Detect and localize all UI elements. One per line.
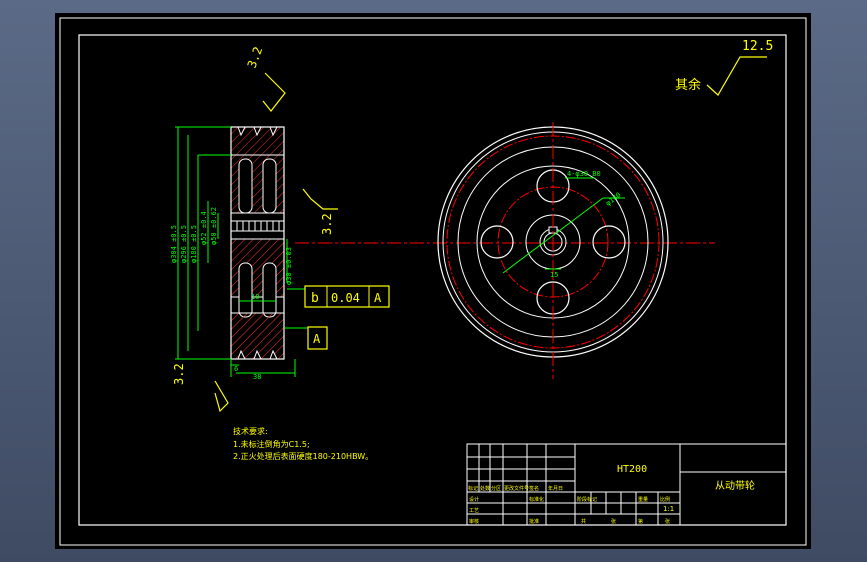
tb-jieduanbiaoji: 阶段标记	[577, 496, 597, 503]
front-dim-labels: 4-φ30 B0 φ140 15	[550, 170, 623, 279]
tolerance-datum: A	[374, 291, 382, 305]
tb-di: 第	[638, 518, 643, 525]
hole-top-right	[262, 158, 277, 214]
hole-top-left	[238, 158, 253, 214]
tb-bili: 比例	[660, 496, 670, 503]
dim-d4: φ52 ±0.4	[200, 211, 208, 245]
tb-gongyi: 工艺	[469, 508, 479, 514]
tb-shenhe: 审核	[469, 518, 479, 525]
tb-material: HT200	[617, 464, 647, 475]
tb-gong: 共	[581, 518, 586, 525]
tb-zhang1: 张	[611, 518, 616, 525]
notes-title: 技术要求:	[233, 426, 268, 436]
dim-d3: φ180 ±0.5	[190, 225, 198, 263]
outer-border	[59, 17, 807, 546]
hole-bottom-right	[262, 262, 277, 318]
roughness-symbols	[214, 56, 767, 413]
roughness-general-value: 12.5	[742, 39, 773, 54]
section-view	[230, 126, 285, 360]
dim-width: 38	[253, 373, 261, 381]
dim-d5: φ50 ±0.62	[210, 207, 218, 245]
datum-label: A	[313, 332, 321, 346]
front-hole-left	[480, 225, 514, 259]
tb-biaozhunhua: 标准化	[529, 496, 544, 503]
roughness-value-2: 3.2	[320, 213, 334, 235]
front-dimensions	[502, 177, 625, 274]
tb-part-name: 从动带轮	[715, 479, 755, 492]
roughness-value-3: 3.2	[172, 363, 186, 385]
tb-scale: 1:1	[663, 505, 674, 513]
tolerance-symbol: b	[311, 291, 319, 306]
tb-biaoji: 标记	[468, 485, 478, 492]
notes-line-2: 2.正火处理后表面硬度180-210HBW。	[233, 451, 373, 461]
tb-fenqu: 分区	[491, 485, 501, 492]
datum-box: A	[307, 326, 328, 350]
tb-nianyueri: 年月日	[548, 485, 563, 492]
tolerance-value: 0.04	[331, 291, 360, 305]
title-block-labels: 标记 处数 分区 更改文件号 签名 年月日 设计 标准化 审核 工艺 批准 阶段…	[468, 485, 674, 525]
tb-pizhun: 批准	[529, 518, 539, 525]
dim-bore: φ30 ±0.03	[285, 247, 293, 285]
tb-zhongliang: 重量	[638, 496, 648, 503]
front-hole-right	[592, 225, 626, 259]
rim-bottom-section	[230, 312, 285, 360]
rim-top-section	[230, 126, 285, 156]
tb-gengwenjian: 更改文件号	[504, 485, 529, 492]
dim-hub: 10	[251, 293, 259, 301]
notes-line-1: 1.未标注倒角为C1.5;	[233, 439, 310, 449]
tb-sheji: 设计	[469, 496, 479, 503]
tb-qianming: 签名	[529, 485, 539, 492]
tb-chushu: 处数	[480, 485, 490, 492]
roughness-general-label: 其余	[675, 77, 701, 93]
roughness-value-1: 3.2	[245, 45, 266, 70]
geometric-tolerance-frame: b 0.04 A	[304, 285, 390, 308]
drawing-svg: φ304 ±0.5 φ296 ±0.5 φ180 ±0.5 φ52 ±0.4 φ…	[59, 17, 807, 546]
dim-small: 6	[234, 365, 238, 373]
hole-bottom-left	[238, 262, 253, 318]
tb-zhang2: 张	[665, 518, 670, 525]
hub-bore	[230, 212, 285, 240]
drawing-canvas: φ304 ±0.5 φ296 ±0.5 φ180 ±0.5 φ52 ±0.4 φ…	[55, 13, 811, 549]
dim-d1: φ304 ±0.5	[170, 225, 178, 263]
technical-notes: 技术要求: 1.未标注倒角为C1.5; 2.正火处理后表面硬度180-210HB…	[233, 426, 373, 461]
dim-holes: 4-φ30 B0	[567, 170, 601, 178]
dim-keyway: 15	[550, 271, 558, 279]
dim-d2: φ296 ±0.5	[180, 225, 188, 263]
